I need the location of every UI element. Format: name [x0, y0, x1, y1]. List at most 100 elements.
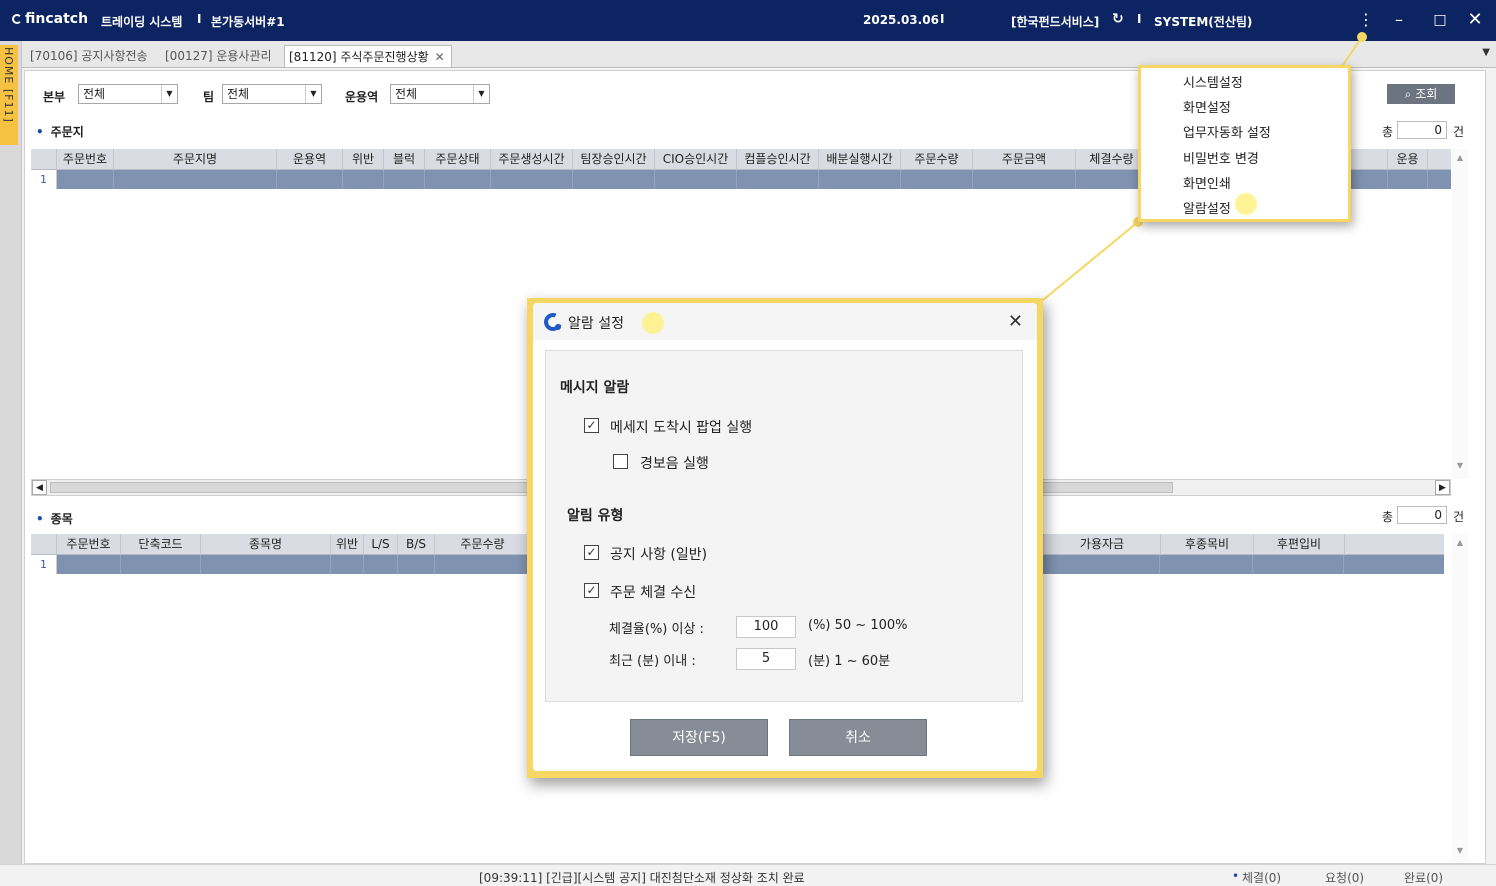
notice-checkbox[interactable]: ✓ — [584, 545, 599, 560]
title-separator: I — [197, 12, 202, 26]
row-number-header — [31, 149, 57, 170]
items-section-title: • 종목 — [36, 512, 73, 526]
status-bar: [09:39:11] [긴급][시스템 공지] 대진첨단소재 정상화 조치 완료… — [0, 864, 1496, 886]
column-header[interactable]: 가용자금 — [1044, 534, 1161, 555]
column-header[interactable]: 배분실행시간 — [819, 149, 901, 170]
save-button[interactable]: 저장(F5) — [630, 719, 768, 756]
message-popup-label[interactable]: 메세지 도착시 팝업 실행 — [610, 417, 752, 437]
warning-sound-label[interactable]: 경보음 실행 — [640, 453, 709, 473]
column-header[interactable]: L/S — [364, 534, 398, 555]
order-execution-label[interactable]: 주문 체결 수신 — [610, 582, 696, 602]
column-header[interactable]: 단축코드 — [121, 534, 201, 555]
home-side-tab[interactable]: HOME [F11] — [0, 41, 22, 886]
scroll-left-icon[interactable]: ◀ — [32, 480, 47, 495]
column-header[interactable]: 주문지명 — [114, 149, 277, 170]
scroll-up-icon[interactable]: ▲ — [1452, 153, 1468, 167]
fincatch-logo-icon — [544, 313, 562, 331]
hq-select-value: 전체 — [83, 87, 106, 101]
cancel-button[interactable]: 취소 — [789, 719, 927, 756]
column-header[interactable]: 운용 — [1388, 149, 1428, 170]
column-header[interactable]: 주문번호 — [57, 149, 114, 170]
column-header[interactable]: 후종목비 — [1161, 534, 1254, 555]
menu-item-print-screen[interactable]: 화면인쇄 — [1183, 173, 1231, 192]
scroll-down-icon[interactable]: ▼ — [1452, 461, 1468, 475]
order-execution-checkbox[interactable]: ✓ — [584, 583, 599, 598]
menu-item-alarm-settings[interactable]: 알람설정 — [1183, 198, 1231, 217]
orders-vertical-scrollbar[interactable]: ▲ ▼ — [1452, 149, 1468, 479]
column-header[interactable]: 후편입비 — [1254, 534, 1345, 555]
execution-rate-label: 체결율(%) 이상 : — [609, 622, 704, 637]
column-header[interactable]: 주문수량 — [435, 534, 531, 555]
column-header[interactable]: 운용역 — [277, 149, 343, 170]
status-message[interactable]: [09:39:11] [긴급][시스템 공지] 대진첨단소재 정상화 조치 완료 — [479, 869, 805, 886]
title-bar: fincatch 트레이딩 시스템 I 본가동서버#1 2025.03.06 I… — [0, 0, 1496, 41]
status-dot-icon: • — [1232, 869, 1240, 883]
status-executed[interactable]: 체결(0) — [1242, 869, 1281, 886]
minimize-icon[interactable]: – — [1387, 8, 1411, 32]
search-button[interactable]: ⌕ 조회 — [1387, 84, 1455, 104]
search-button-label: 조회 — [1415, 87, 1438, 101]
team-select[interactable]: 전체 ▼ — [222, 84, 322, 104]
hq-label: 본부 — [43, 90, 66, 104]
column-header[interactable]: 주문금액 — [973, 149, 1076, 170]
manager-label: 운용역 — [345, 90, 379, 104]
click-highlight — [1235, 193, 1257, 215]
items-title-text: 종목 — [50, 512, 73, 526]
manager-select-value: 전체 — [395, 87, 418, 101]
status-completed[interactable]: 완료(0) — [1404, 869, 1443, 886]
column-header[interactable]: 컴플승인시간 — [737, 149, 819, 170]
hq-select[interactable]: 전체 ▼ — [78, 84, 178, 104]
warning-sound-checkbox[interactable] — [613, 454, 628, 469]
close-window-icon[interactable]: ✕ — [1463, 8, 1487, 32]
scroll-down-icon[interactable]: ▼ — [1452, 846, 1468, 860]
column-header[interactable]: 종목명 — [201, 534, 331, 555]
manager-select[interactable]: 전체 ▼ — [390, 84, 490, 104]
dialog-title-bar: 알람 설정 ✕ — [533, 303, 1037, 340]
column-header[interactable]: 위반 — [343, 149, 384, 170]
notice-label[interactable]: 공지 사항 (일반) — [610, 544, 707, 564]
scroll-right-icon[interactable]: ▶ — [1435, 480, 1450, 495]
recent-minutes-input[interactable]: 5 — [736, 648, 796, 670]
close-icon[interactable]: ✕ — [1008, 311, 1023, 332]
column-header[interactable]: 주문상태 — [425, 149, 491, 170]
server-name: 본가동서버#1 — [211, 15, 285, 29]
system-name: 트레이딩 시스템 — [101, 15, 183, 29]
column-header[interactable]: 팀장승인시간 — [573, 149, 655, 170]
column-header[interactable]: CIO승인시간 — [655, 149, 737, 170]
company-name: [한국펀드서비스] — [1011, 15, 1100, 29]
status-requested[interactable]: 요청(0) — [1325, 869, 1364, 886]
tab-notice-send[interactable]: [70106] 공지사항전송 — [26, 45, 152, 67]
menu-item-system-settings[interactable]: 시스템설정 — [1183, 72, 1243, 91]
column-header[interactable]: 주문생성시간 — [491, 149, 573, 170]
execution-rate-range: (%) 50 ~ 100% — [808, 618, 908, 633]
search-icon: ⌕ — [1404, 87, 1412, 101]
menu-item-automation-settings[interactable]: 업무자동화 설정 — [1183, 122, 1271, 141]
items-vertical-scrollbar[interactable]: ▲ ▼ — [1452, 534, 1468, 862]
tab-stock-order-status[interactable]: [81120] 주식주문진행상황 ✕ — [284, 45, 452, 67]
more-menu-icon[interactable]: ⋮ — [1354, 8, 1378, 32]
column-header[interactable]: 주문수량 — [901, 149, 973, 170]
refresh-icon[interactable]: ↻ — [1112, 11, 1124, 27]
menu-item-screen-settings[interactable]: 화면설정 — [1183, 97, 1231, 116]
orders-count-label: 총 — [1382, 125, 1394, 139]
tab-label: [81120] 주식주문진행상황 — [289, 50, 429, 64]
date-display: 2025.03.06 — [863, 13, 939, 27]
message-alarm-section-title: 메시지 알람 — [560, 380, 630, 396]
tab-manager-admin[interactable]: [00127] 운용사관리 — [161, 45, 276, 67]
tab-close-icon[interactable]: ✕ — [435, 46, 445, 68]
items-count-label: 총 — [1382, 510, 1394, 524]
scroll-up-icon[interactable]: ▲ — [1452, 538, 1468, 552]
column-header[interactable]: B/S — [398, 534, 435, 555]
column-header[interactable]: 위반 — [331, 534, 364, 555]
message-popup-checkbox[interactable]: ✓ — [584, 418, 599, 433]
column-header[interactable]: 블럭 — [384, 149, 425, 170]
orders-title-text: 주문지 — [50, 125, 84, 139]
tab-overflow-icon[interactable]: ▼ — [1482, 47, 1490, 58]
column-header[interactable]: 주문번호 — [57, 534, 121, 555]
user-name: SYSTEM(전산팀) — [1154, 15, 1253, 29]
maximize-icon[interactable]: □ — [1428, 8, 1452, 32]
orders-count-unit: 건 — [1453, 125, 1465, 139]
execution-rate-input[interactable]: 100 — [736, 616, 796, 638]
menu-item-change-password[interactable]: 비밀번호 변경 — [1183, 148, 1259, 167]
recent-minutes-range: (분) 1 ~ 60분 — [808, 654, 891, 669]
